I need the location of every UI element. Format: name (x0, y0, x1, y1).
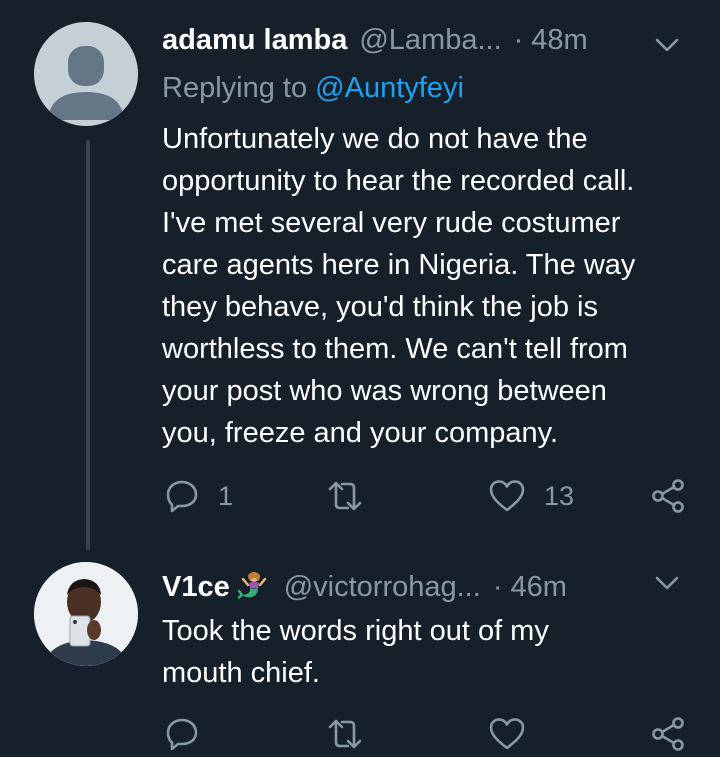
display-name[interactable]: adamu lamba (162, 24, 347, 57)
retweet-icon (328, 481, 362, 511)
heart-icon (489, 718, 525, 750)
heart-icon (489, 480, 525, 512)
like-count: 13 (544, 480, 575, 511)
avatar-photo[interactable] (34, 562, 138, 666)
avatar-default[interactable] (34, 22, 138, 126)
tweet-1[interactable]: adamu lamba @Lamba... · 48m Replying to … (0, 0, 720, 550)
reply-icon (166, 480, 198, 513)
reply-count: 1 (218, 480, 234, 511)
chevron-down-icon[interactable] (652, 568, 682, 598)
replying-to-line: Replying to @Auntyfeyi (162, 72, 464, 105)
tweet-text: Unfortunately we do not have the opportu… (162, 123, 636, 449)
like-button[interactable]: 13 (488, 478, 574, 514)
user-handle[interactable]: @victorrohag... (284, 571, 481, 604)
retweet-button[interactable] (326, 716, 364, 752)
mermaid-emoji-icon (236, 571, 272, 601)
timestamp[interactable]: 46m (510, 571, 566, 604)
replying-to-label: Replying to (162, 72, 308, 104)
share-icon (652, 479, 684, 513)
user-photo-avatar (34, 562, 138, 666)
share-icon (652, 717, 684, 751)
chevron-down-icon[interactable] (652, 30, 682, 60)
timestamp[interactable]: 48m (531, 24, 587, 57)
retweet-icon (328, 719, 362, 749)
share-button[interactable] (650, 716, 686, 752)
tweet-header: V1ce @victorrohag... · 46m (162, 566, 567, 604)
reply-icon (166, 718, 198, 751)
default-avatar-icon (34, 22, 138, 126)
reply-button[interactable] (164, 716, 200, 752)
display-name[interactable]: V1ce (162, 571, 230, 604)
tweet-text: Took the words right out of my mouth chi… (162, 615, 549, 689)
tweet-header: adamu lamba @Lamba... · 48m (162, 24, 588, 57)
like-button[interactable] (488, 716, 526, 752)
replying-to-mention[interactable]: @Auntyfeyi (315, 72, 464, 104)
reply-button[interactable]: 1 (164, 478, 233, 514)
user-handle[interactable]: @Lamba... (359, 24, 501, 57)
share-button[interactable] (650, 478, 686, 514)
retweet-button[interactable] (326, 478, 364, 514)
separator-dot: · (513, 24, 524, 56)
tweet-2[interactable]: V1ce @victorrohag... · 46m Took the word… (0, 550, 720, 757)
separator-dot: · (492, 571, 503, 603)
